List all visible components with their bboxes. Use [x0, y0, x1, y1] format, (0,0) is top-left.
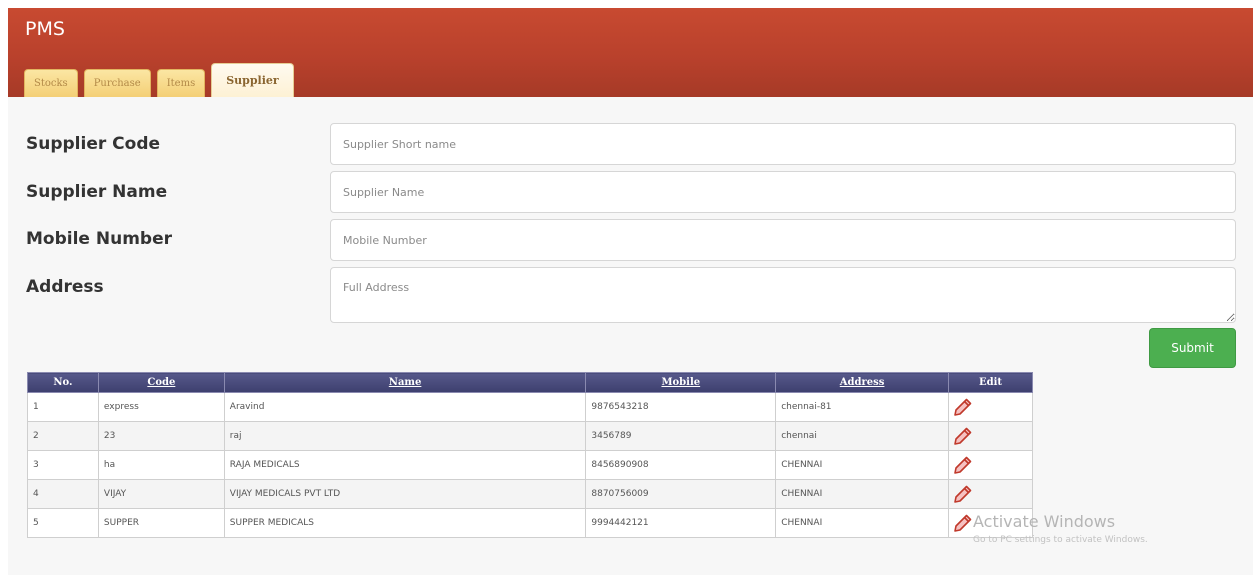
column-header-edit: Edit: [948, 372, 1033, 393]
pencil-icon[interactable]: [953, 484, 973, 504]
cell-code: 23: [97, 421, 225, 451]
cell-no: 4: [27, 479, 99, 509]
windows-activation-watermark: Activate Windows Go to PC settings to ac…: [973, 512, 1148, 545]
supplier-name-input[interactable]: [330, 171, 1236, 213]
table-row: 5 SUPPER SUPPER MEDICALS 9994442121 CHEN…: [27, 508, 1033, 538]
tab-bar: Stocks Purchase Items Supplier: [24, 63, 300, 97]
app-title: PMS: [25, 18, 65, 40]
pencil-icon[interactable]: [953, 397, 973, 417]
address-label: Address: [26, 277, 104, 297]
column-header-address[interactable]: Address: [775, 372, 950, 393]
cell-no: 1: [27, 392, 99, 422]
cell-no: 3: [27, 450, 99, 480]
cell-address: chennai: [775, 421, 950, 451]
cell-mobile: 8870756009: [585, 479, 777, 509]
cell-code: VIJAY: [97, 479, 225, 509]
supplier-code-input[interactable]: [330, 123, 1236, 165]
cell-address: CHENNAI: [775, 479, 950, 509]
cell-mobile: 3456789: [585, 421, 777, 451]
mobile-number-label: Mobile Number: [26, 229, 172, 249]
cell-code: ha: [97, 450, 225, 480]
submit-button[interactable]: Submit: [1149, 328, 1236, 368]
cell-mobile: 9876543218: [585, 392, 777, 422]
pencil-icon[interactable]: [953, 513, 973, 533]
supplier-code-label: Supplier Code: [26, 134, 161, 154]
cell-name: SUPPER MEDICALS: [223, 508, 587, 538]
cell-edit: [948, 421, 1033, 451]
column-header-name[interactable]: Name: [223, 372, 587, 393]
pencil-icon[interactable]: [953, 455, 973, 475]
cell-name: raj: [223, 421, 587, 451]
table-row: 2 23 raj 3456789 chennai: [27, 421, 1033, 451]
tab-supplier[interactable]: Supplier: [211, 63, 294, 97]
mobile-number-input[interactable]: [330, 219, 1236, 261]
app-window: PMS Stocks Purchase Items Supplier Suppl…: [0, 0, 1253, 575]
pencil-icon[interactable]: [953, 426, 973, 446]
supplier-name-label: Supplier Name: [26, 182, 168, 202]
cell-mobile: 9994442121: [585, 508, 777, 538]
supplier-table: No. Code Name Mobile Address Edit 1 expr…: [27, 372, 1033, 538]
cell-address: chennai-81: [775, 392, 950, 422]
cell-mobile: 8456890908: [585, 450, 777, 480]
table-header-row: No. Code Name Mobile Address Edit: [27, 372, 1033, 393]
column-header-mobile[interactable]: Mobile: [585, 372, 777, 393]
cell-address: CHENNAI: [775, 508, 950, 538]
supplier-form: Supplier Code Supplier Name Mobile Numbe…: [8, 97, 1253, 575]
address-textarea[interactable]: [330, 267, 1236, 323]
cell-edit: [948, 479, 1033, 509]
cell-name: Aravind: [223, 392, 587, 422]
column-header-code[interactable]: Code: [97, 372, 225, 393]
cell-name: RAJA MEDICALS: [223, 450, 587, 480]
cell-address: CHENNAI: [775, 450, 950, 480]
watermark-subtitle: Go to PC settings to activate Windows.: [973, 535, 1148, 545]
tab-items[interactable]: Items: [156, 69, 206, 97]
cell-code: express: [97, 392, 225, 422]
table-row: 4 VIJAY VIJAY MEDICALS PVT LTD 887075600…: [27, 479, 1033, 509]
table-row: 3 ha RAJA MEDICALS 8456890908 CHENNAI: [27, 450, 1033, 480]
app-header: PMS Stocks Purchase Items Supplier: [8, 8, 1253, 97]
cell-edit: [948, 450, 1033, 480]
watermark-title: Activate Windows: [973, 512, 1116, 531]
cell-code: SUPPER: [97, 508, 225, 538]
tab-purchase[interactable]: Purchase: [83, 69, 151, 97]
cell-no: 5: [27, 508, 99, 538]
cell-no: 2: [27, 421, 99, 451]
cell-name: VIJAY MEDICALS PVT LTD: [223, 479, 587, 509]
cell-edit: [948, 392, 1033, 422]
supplier-table-container: No. Code Name Mobile Address Edit 1 expr…: [27, 372, 1033, 538]
table-row: 1 express Aravind 9876543218 chennai-81: [27, 392, 1033, 422]
tab-stocks[interactable]: Stocks: [24, 69, 78, 97]
column-header-no: No.: [27, 372, 99, 393]
